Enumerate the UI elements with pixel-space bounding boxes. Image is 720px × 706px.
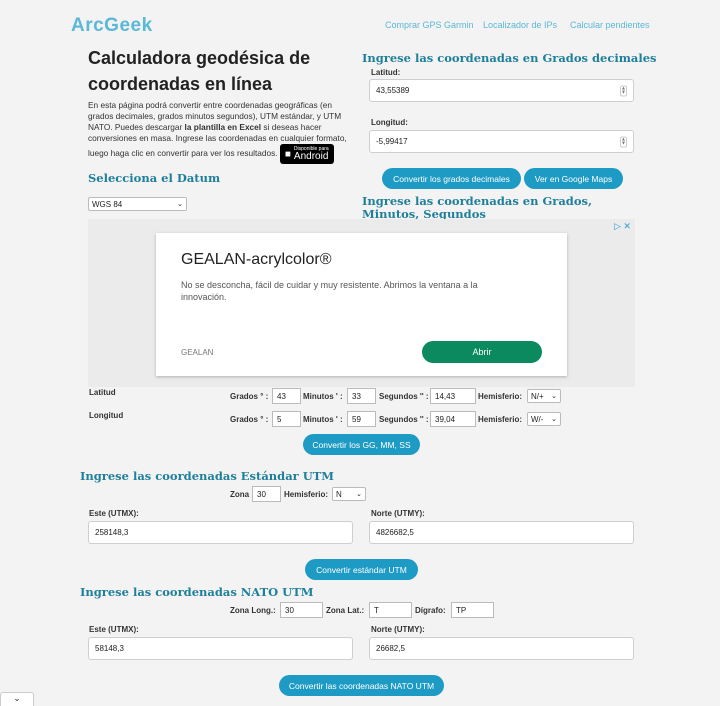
lon-sec-input[interactable]: 39,04 [430, 411, 476, 427]
lat-min-label: Minutos ' : [303, 392, 343, 401]
chevron-down-icon: ⌄ [177, 201, 183, 208]
lon-hem-value: W/- [531, 414, 544, 424]
nato-east-label: Este (UTMX): [89, 625, 139, 634]
page-title: Calculadora geodésica de coordenadas en … [88, 48, 311, 94]
lon-deg-input[interactable]: 5 [272, 411, 301, 427]
lon-deg-label: Grados ° : [230, 415, 269, 424]
nav-link-slopes[interactable]: Calcular pendientes [570, 20, 650, 30]
spinner-icon[interactable]: ▲ ▼ [620, 136, 627, 147]
google-maps-button[interactable]: Ver en Google Maps [524, 168, 623, 189]
nato-digraph-label: Dígrafo: [415, 606, 446, 615]
ad-title: GEALAN-acrylcolor® [181, 251, 332, 268]
lat-hem-value: N/+ [531, 391, 544, 401]
lon-hem-label: Hemisferio: [478, 415, 523, 424]
ad-text: No se desconcha, fácil de cuidar y muy r… [181, 280, 478, 302]
lat-sec-label: Segundos '' : [379, 392, 429, 401]
lat-label: Latitud: [371, 68, 401, 77]
android-badge[interactable]: ■ Disponible para Android [279, 144, 334, 164]
dms-lon-label: Longitud [89, 411, 124, 420]
decimal-heading: Ingrese las coordenadas en Grados decima… [362, 51, 657, 65]
utm-north-value: 4826682,5 [376, 528, 414, 537]
ad-brand: GEALAN [181, 348, 214, 357]
lon-decimal-input[interactable]: -5,99417 ▲ ▼ [369, 130, 634, 153]
dms-lat-label: Latitud [89, 388, 116, 397]
convert-utm-button[interactable]: Convertir estándar UTM [305, 559, 418, 580]
badge-big-text: Android [293, 151, 329, 162]
lat-hem-label: Hemisferio: [478, 392, 523, 401]
nato-zone-lat-input[interactable]: T [369, 602, 412, 618]
nato-north-input[interactable]: 26682,5 [369, 637, 634, 660]
nato-digraph-input[interactable]: TP [451, 602, 494, 618]
excel-template-link[interactable]: la plantilla en Excel [185, 122, 262, 132]
lat-deg-label: Grados ° : [230, 392, 269, 401]
convert-nato-button[interactable]: Convertir las coordenadas NATO UTM [279, 675, 444, 696]
utm-zone-input[interactable]: 30 [252, 486, 281, 502]
convert-dms-button[interactable]: Convertir los GG, MM, SS [303, 434, 420, 455]
lat-decimal-value: 43,55389 [376, 86, 410, 95]
nav-link-ip[interactable]: Localizador de IPs [483, 20, 557, 30]
ad-open-button[interactable]: Abrir [422, 341, 542, 363]
lon-label: Longitud: [371, 118, 408, 127]
nato-heading: Ingrese las coordenadas NATO UTM [80, 585, 314, 599]
nato-east-value: 58148,3 [95, 644, 124, 653]
datum-selected: WGS 84 [92, 199, 123, 209]
spinner-icon[interactable]: ▲ ▼ [620, 85, 627, 96]
utm-east-label: Este (UTMX): [89, 509, 139, 518]
utm-zone-label: Zona [230, 490, 250, 499]
nato-north-label: Norte (UTMY): [371, 625, 425, 634]
chevron-down-icon: ⌄ [551, 416, 557, 423]
utm-heading: Ingrese las coordenadas Estándar UTM [80, 469, 335, 483]
datum-heading: Selecciona el Datum [88, 171, 221, 185]
lon-sec-label: Segundos '' : [379, 415, 429, 424]
chevron-down-icon[interactable]: ⌄ [0, 692, 34, 706]
datum-select[interactable]: WGS 84 ⌄ [88, 197, 187, 211]
dms-heading: Ingrese las coordenadas en Grados, Minut… [362, 194, 592, 221]
ad-choices-icon[interactable]: ▷ ✕ [614, 221, 631, 232]
convert-decimal-button[interactable]: Convertir los grados decimales [382, 168, 521, 189]
utm-east-input[interactable]: 258148,3 [88, 521, 353, 544]
ad-card[interactable]: GEALAN-acrylcolor® No se desconcha, fáci… [156, 233, 567, 376]
nato-north-value: 26682,5 [376, 644, 405, 653]
lon-min-label: Minutos ' : [303, 415, 343, 424]
lat-sec-input[interactable]: 14,43 [430, 388, 476, 404]
lat-decimal-input[interactable]: 43,55389 ▲ ▼ [369, 79, 634, 102]
nato-zone-long-input[interactable]: 30 [280, 602, 323, 618]
intro-text: En esta página podrá convertir entre coo… [88, 100, 353, 164]
utm-hem-label: Hemisferio: [284, 490, 329, 499]
utm-north-label: Norte (UTMY): [371, 509, 425, 518]
utm-hem-select[interactable]: N ⌄ [332, 487, 366, 501]
lon-hem-select[interactable]: W/- ⌄ [527, 412, 561, 426]
lon-decimal-value: -5,99417 [376, 137, 408, 146]
nav-link-garmin[interactable]: Comprar GPS Garmin [385, 20, 474, 30]
lat-min-input[interactable]: 33 [347, 388, 376, 404]
chevron-down-icon: ⌄ [356, 491, 362, 498]
site-logo[interactable]: ArcGeek [71, 15, 153, 37]
android-icon: ■ [284, 148, 291, 160]
lat-hem-select[interactable]: N/+ ⌄ [527, 389, 561, 403]
lat-deg-input[interactable]: 43 [272, 388, 301, 404]
lon-min-input[interactable]: 59 [347, 411, 376, 427]
nato-zone-long-label: Zona Long.: [230, 606, 276, 615]
utm-north-input[interactable]: 4826682,5 [369, 521, 634, 544]
nato-zone-lat-label: Zona Lat.: [326, 606, 365, 615]
chevron-down-icon: ⌄ [551, 393, 557, 400]
nato-east-input[interactable]: 58148,3 [88, 637, 353, 660]
utm-hem-value: N [336, 489, 342, 499]
utm-east-value: 258148,3 [95, 528, 129, 537]
